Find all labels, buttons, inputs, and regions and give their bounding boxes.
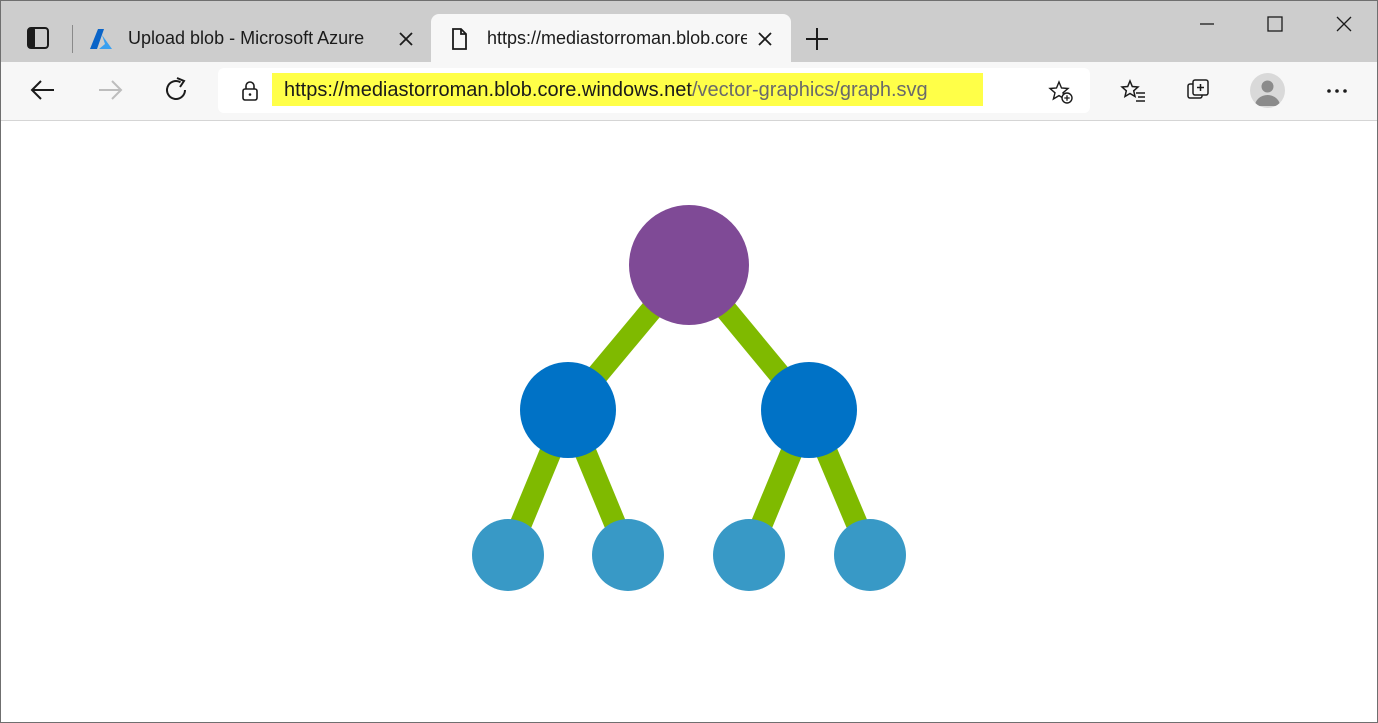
collections-icon[interactable] — [1185, 77, 1213, 105]
leaf-node — [713, 519, 785, 591]
refresh-icon[interactable] — [161, 75, 191, 105]
tab-upload-blob[interactable]: Upload blob - Microsoft Azure — [79, 14, 429, 62]
tab-title: https://mediastorroman.blob.core.windows… — [487, 28, 747, 48]
url-host: https://mediastorroman.blob.core.windows… — [284, 79, 692, 101]
url-text[interactable]: https://mediastorroman.blob.core.windows… — [284, 79, 928, 102]
maximize-icon[interactable] — [1262, 11, 1288, 37]
close-tab-icon[interactable] — [756, 30, 774, 48]
minimize-icon[interactable] — [1194, 11, 1220, 37]
favorites-icon[interactable] — [1119, 77, 1147, 105]
lock-icon[interactable] — [239, 80, 261, 102]
profile-avatar[interactable] — [1250, 73, 1285, 108]
forward-arrow-icon[interactable] — [95, 75, 125, 105]
tab-graph-svg[interactable]: https://mediastorroman.blob.core.windows… — [431, 14, 791, 62]
close-window-icon[interactable] — [1331, 11, 1357, 37]
tab-strip: Upload blob - Microsoft Azure https://me… — [1, 1, 1377, 62]
url-path: /vector-graphics/graph.svg — [691, 79, 928, 101]
page-icon — [447, 27, 471, 51]
tree-graph — [472, 205, 906, 591]
tab-actions-icon[interactable] — [15, 15, 61, 61]
tab-separator — [72, 25, 73, 53]
new-tab-icon[interactable] — [803, 25, 831, 53]
browser-window: Upload blob - Microsoft Azure https://me… — [0, 0, 1378, 723]
add-favorite-icon[interactable] — [1048, 79, 1074, 105]
tab-title: Upload blob - Microsoft Azure — [128, 28, 365, 48]
address-bar[interactable]: https://mediastorroman.blob.core.windows… — [218, 68, 1090, 113]
page-content — [1, 121, 1377, 722]
back-arrow-icon[interactable] — [28, 75, 58, 105]
browser-toolbar: https://mediastorroman.blob.core.windows… — [1, 62, 1377, 121]
close-tab-icon[interactable] — [397, 30, 415, 48]
azure-logo-icon — [89, 27, 113, 51]
left-child-node — [520, 362, 616, 458]
leaf-node — [834, 519, 906, 591]
more-options-icon[interactable] — [1323, 77, 1351, 105]
root-node — [629, 205, 749, 325]
leaf-node — [592, 519, 664, 591]
leaf-node — [472, 519, 544, 591]
right-child-node — [761, 362, 857, 458]
